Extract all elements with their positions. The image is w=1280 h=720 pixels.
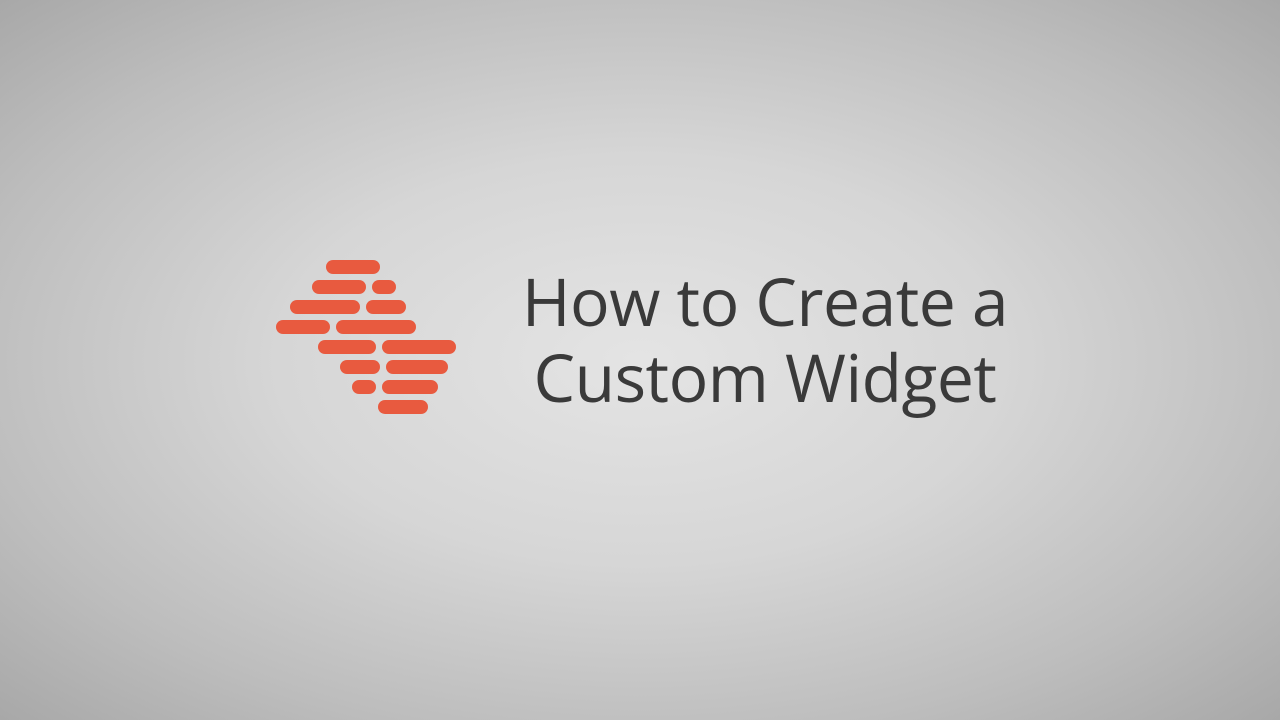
page-title: How to Create a Custom Widget xyxy=(522,264,1008,416)
logo-icon xyxy=(272,260,462,420)
title-line-2: Custom Widget xyxy=(534,332,997,422)
title-card: How to Create a Custom Widget xyxy=(272,260,1008,420)
